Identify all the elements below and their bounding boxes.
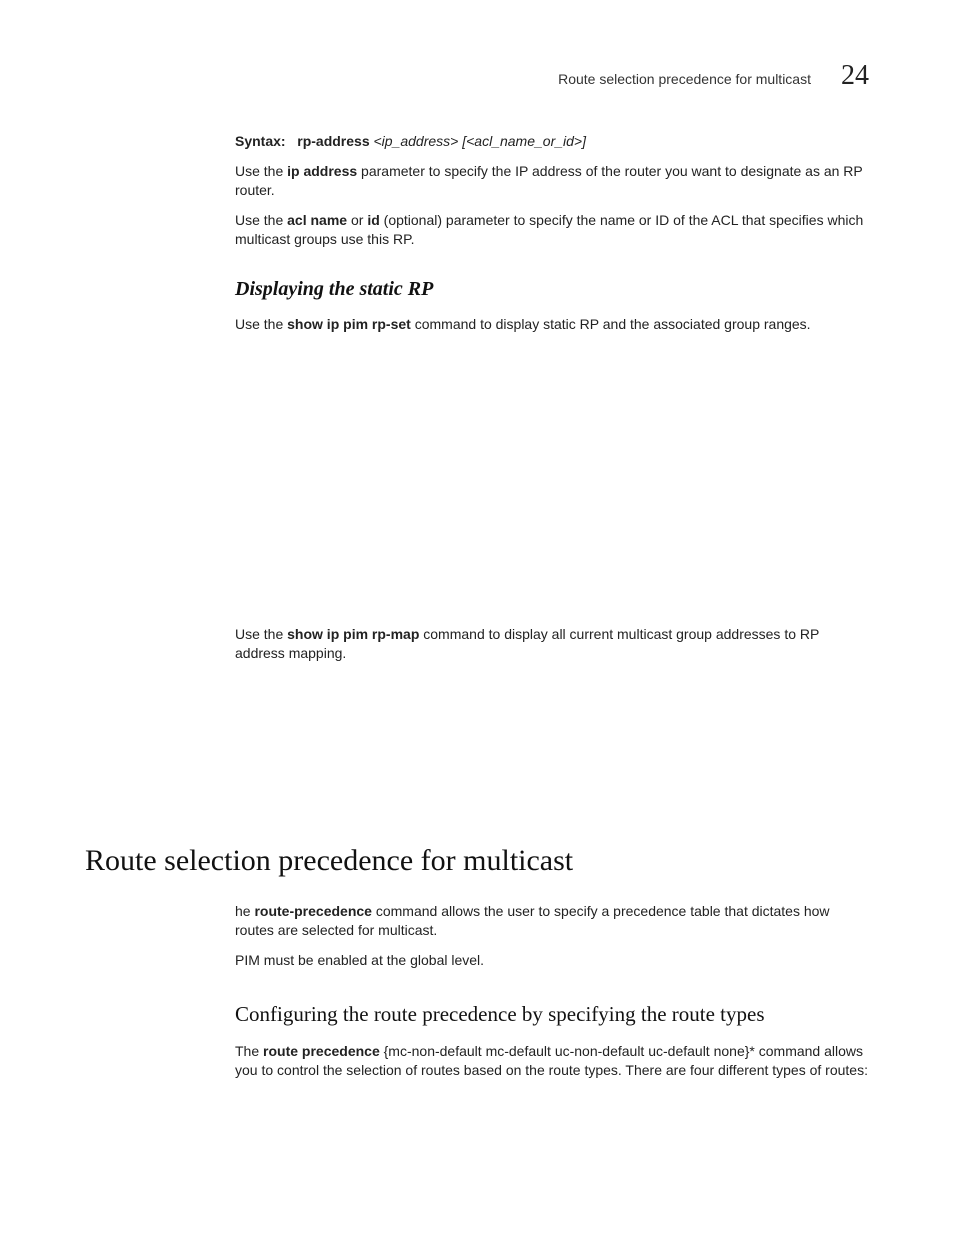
spacer bbox=[235, 345, 869, 625]
body-content: Syntax: rp-address <ip_address> [<acl_na… bbox=[235, 132, 869, 844]
header-title: Route selection precedence for multicast bbox=[558, 71, 811, 87]
syntax-command: rp-address bbox=[297, 133, 369, 149]
paragraph-acl: Use the acl name or id (optional) parame… bbox=[235, 211, 869, 250]
heading-configuring-route-precedence: Configuring the route precedence by spec… bbox=[235, 1001, 869, 1028]
syntax-args: <ip_address> [<acl_name_or_id>] bbox=[374, 133, 586, 149]
heading-route-selection: Route selection precedence for multicast bbox=[85, 844, 869, 878]
body-content-2: he route-precedence command allows the u… bbox=[235, 902, 869, 1081]
paragraph-route-types: The route precedence {mc-non-default mc-… bbox=[235, 1042, 869, 1081]
syntax-line: Syntax: rp-address <ip_address> [<acl_na… bbox=[235, 132, 869, 152]
paragraph-pim-enabled: PIM must be enabled at the global level. bbox=[235, 951, 869, 971]
paragraph-route-precedence: he route-precedence command allows the u… bbox=[235, 902, 869, 941]
section-heading-container: Route selection precedence for multicast bbox=[85, 844, 869, 878]
paragraph-rp-map: Use the show ip pim rp-map command to di… bbox=[235, 625, 869, 664]
spacer bbox=[235, 674, 869, 844]
heading-displaying-static-rp: Displaying the static RP bbox=[235, 278, 869, 301]
paragraph-rp-set: Use the show ip pim rp-set command to di… bbox=[235, 315, 869, 335]
document-page: Route selection precedence for multicast… bbox=[0, 0, 954, 1235]
paragraph-ip-address: Use the ip address parameter to specify … bbox=[235, 162, 869, 201]
page-header: Route selection precedence for multicast… bbox=[85, 60, 869, 92]
chapter-number: 24 bbox=[841, 60, 869, 92]
syntax-label: Syntax: bbox=[235, 133, 286, 149]
